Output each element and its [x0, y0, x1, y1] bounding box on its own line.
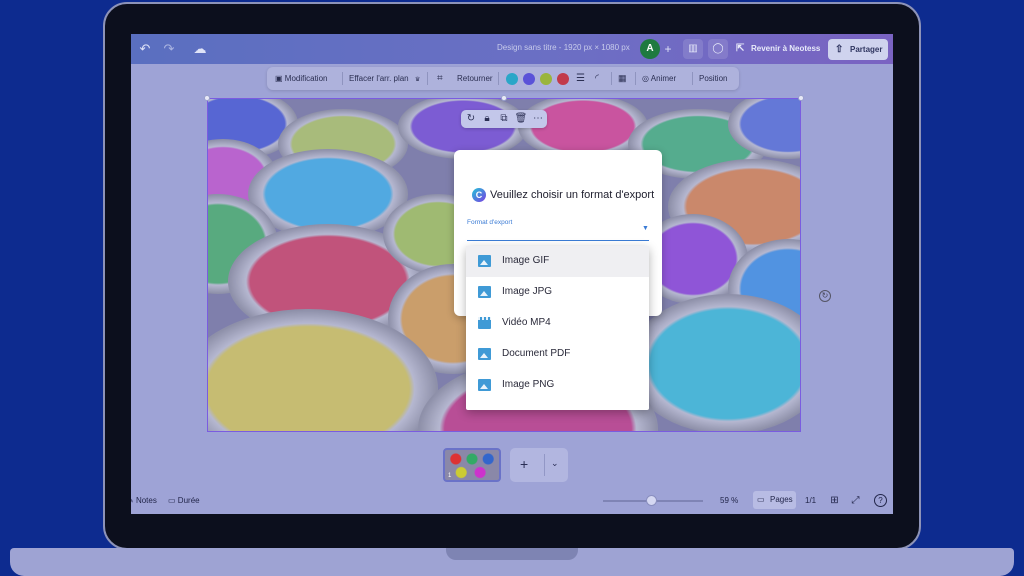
export-format-select[interactable]	[467, 240, 649, 241]
color-swatch-green[interactable]	[540, 73, 552, 85]
grid-view-icon[interactable]: ⊞	[828, 494, 841, 507]
crown-icon: ♛	[414, 77, 421, 83]
divider	[611, 72, 612, 85]
revenir-button[interactable]: ⇱ Revenir à Neotess	[731, 39, 824, 59]
external-link-icon: ⇱	[736, 43, 745, 54]
partager-label: Partager	[850, 45, 883, 54]
partager-button[interactable]: ⇧ Partager	[828, 39, 888, 60]
edit-image-icon: ▣	[275, 74, 283, 83]
menu-item-document-pdf[interactable]: Document PDF	[466, 339, 649, 370]
duplicate-icon[interactable]: ⧉	[497, 112, 511, 126]
page-number: 1	[448, 473, 452, 479]
divider	[635, 72, 636, 85]
divider	[692, 72, 693, 85]
image-icon	[478, 348, 491, 360]
modification-label: Modification	[284, 74, 328, 83]
add-collaborator-icon[interactable]: +	[660, 41, 676, 57]
menu-item-label: Vidéo MP4	[502, 317, 551, 328]
pages-label: Pages	[770, 495, 793, 504]
page-count: 1/1	[805, 496, 817, 505]
menu-item-video-mp4[interactable]: Vidéo MP4	[466, 308, 649, 339]
menu-item-image-png[interactable]: Image PNG	[466, 370, 649, 401]
chart-icon[interactable]: ▥	[683, 39, 703, 59]
animer-label: Animer	[650, 74, 677, 83]
video-icon	[478, 317, 491, 329]
context-toolbar: ▣ Modification Effacer l'arr. plan ♛ ⌗ R…	[267, 67, 739, 90]
modification-button[interactable]: ▣ Modification	[275, 67, 327, 90]
dialog-title: Veuillez choisir un format d'export	[490, 189, 655, 201]
duree-label: Durée	[177, 496, 200, 505]
pages-button[interactable]: ▭ Pages	[753, 491, 796, 509]
retourner-button[interactable]: Retourner	[457, 67, 493, 90]
menu-item-image-gif[interactable]: Image GIF	[466, 246, 649, 277]
transparency-icon[interactable]: ▦	[618, 67, 627, 90]
menu-item-image-jpg[interactable]: Image JPG	[466, 277, 649, 308]
laptop-notch	[446, 548, 578, 560]
cloud-sync-icon[interactable]: ☁	[192, 41, 208, 57]
editor-screen: ↶ ↷ ☁ Design sans titre - 1920 px × 1080…	[131, 34, 893, 514]
color-swatch-red[interactable]	[557, 73, 569, 85]
more-options-icon[interactable]: ⋯	[531, 112, 545, 126]
animate-icon: ◎	[642, 74, 649, 83]
divider	[427, 72, 428, 85]
export-format-menu: Image GIF Image JPG Vidéo MP4 Document P…	[466, 246, 649, 410]
menu-item-label: Document PDF	[502, 348, 571, 359]
duree-button[interactable]: ▭ Durée	[168, 495, 200, 507]
export-format-label: Format d'export	[467, 219, 513, 226]
effacer-button[interactable]: Effacer l'arr. plan ♛	[349, 67, 420, 90]
revenir-label: Revenir à Neotess	[751, 44, 821, 53]
avatar[interactable]: A	[640, 39, 660, 59]
resize-handle[interactable]	[798, 95, 804, 101]
color-swatch-purple[interactable]	[523, 73, 535, 85]
menu-item-label: Image PNG	[502, 379, 555, 390]
dropdown-arrow-icon[interactable]: ▼	[642, 225, 649, 232]
help-icon[interactable]: ?	[874, 494, 887, 507]
animer-button[interactable]: ◎ Animer	[642, 67, 676, 90]
page-thumbnail[interactable]: 1	[443, 448, 501, 482]
trash-icon[interactable]: 🗑︎	[514, 112, 528, 126]
resize-handle[interactable]	[501, 95, 507, 101]
pages-icon: ▭	[757, 495, 765, 504]
comment-icon[interactable]: ◯	[708, 39, 728, 59]
crop-icon[interactable]: ⌗	[437, 67, 443, 90]
undo-icon[interactable]: ↶	[137, 41, 153, 57]
zoom-slider-handle[interactable]	[646, 495, 657, 506]
position-button[interactable]: Position	[699, 67, 727, 90]
notes-button[interactable]: ✎ Notes	[131, 495, 157, 507]
element-quick-actions: ↻ 🔒︎ ⧉ 🗑︎ ⋯	[461, 110, 547, 128]
chevron-down-icon[interactable]: ⌄	[551, 458, 559, 469]
notes-label: Notes	[135, 496, 157, 505]
image-icon	[478, 255, 491, 267]
corner-rounding-icon[interactable]: ◜	[595, 67, 599, 90]
resize-handle[interactable]	[204, 95, 210, 101]
lock-icon[interactable]: 🔒︎	[480, 112, 494, 126]
border-style-icon[interactable]: ☰	[576, 67, 585, 90]
rotate-icon[interactable]: ↻	[819, 290, 831, 302]
plus-icon: +	[520, 456, 529, 472]
share-icon: ⇧	[835, 44, 844, 55]
effacer-label: Effacer l'arr. plan	[349, 74, 409, 83]
divider	[498, 72, 499, 85]
notes-icon: ✎	[131, 496, 134, 505]
image-icon	[478, 286, 491, 298]
menu-item-label: Image GIF	[502, 255, 550, 266]
add-page-button[interactable]: + ⌄	[510, 448, 568, 482]
document-title[interactable]: Design sans titre - 1920 px × 1080 px	[497, 43, 630, 52]
top-header: ↶ ↷ ☁ Design sans titre - 1920 px × 1080…	[131, 34, 893, 64]
redo-icon[interactable]: ↷	[161, 41, 177, 57]
image-icon	[478, 379, 491, 391]
divider	[342, 72, 343, 85]
color-swatch-cyan[interactable]	[506, 73, 518, 85]
timer-icon: ▭	[168, 496, 176, 505]
divider	[544, 454, 545, 476]
zoom-level[interactable]: 59 %	[720, 495, 738, 507]
menu-item-label: Image JPG	[502, 286, 553, 297]
fullscreen-icon[interactable]: ⤢	[849, 494, 862, 507]
regenerate-icon[interactable]: ↻	[464, 112, 478, 126]
neotess-logo-icon: C	[472, 188, 486, 202]
